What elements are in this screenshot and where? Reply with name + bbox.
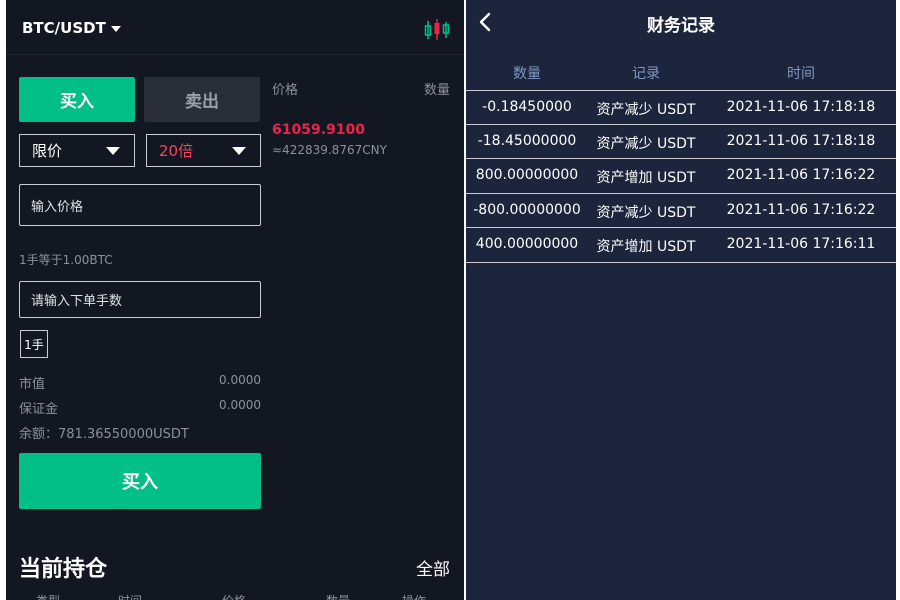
pair-dropdown-icon[interactable] — [111, 26, 121, 32]
finance-records-panel: 财务记录 数量 记录 时间 -0.18450000 资产减少 USDT 2021… — [466, 0, 896, 600]
margin-label: 保证金 — [19, 402, 59, 417]
page-title: 财务记录 — [647, 16, 715, 36]
row-record: 资产增加 USDT — [596, 170, 696, 186]
order-type-dropdown-icon — [106, 147, 120, 155]
table-row: -18.45000000 资产减少 USDT 2021-11-06 17:18:… — [466, 124, 896, 159]
sell-tab[interactable]: 卖出 — [144, 77, 260, 122]
one-lot-button[interactable]: 1手 — [20, 330, 48, 358]
lots-input[interactable]: 请输入下单手数 — [19, 281, 261, 318]
table-row: -800.00000000 资产减少 USDT 2021-11-06 17:16… — [466, 193, 896, 228]
orderbook-price-header: 价格 — [272, 83, 299, 98]
leverage-dropdown-icon — [232, 147, 246, 155]
positions-col-time: 时间 — [118, 592, 142, 600]
row-amount: -800.00000000 — [473, 202, 581, 218]
price-input[interactable]: 输入价格 — [19, 184, 261, 226]
row-amount: -0.18450000 — [482, 99, 572, 115]
table-row: 400.00000000 资产增加 USDT 2021-11-06 17:16:… — [466, 227, 896, 262]
leverage-select[interactable]: 20倍 — [146, 134, 261, 167]
positions-col-qty: 数量 — [326, 592, 350, 600]
row-amount: 800.00000000 — [475, 167, 579, 183]
candlestick-chart-icon[interactable] — [424, 18, 450, 42]
market-value: 0.0000 — [219, 373, 261, 387]
row-record: 资产减少 USDT — [596, 136, 696, 152]
row-amount: 400.00000000 — [475, 236, 579, 252]
row-record: 资产增加 USDT — [596, 239, 696, 255]
row-amount: -18.45000000 — [477, 133, 577, 149]
row-time: 2021-11-06 17:16:22 — [726, 167, 876, 183]
leverage-value: 20倍 — [159, 142, 194, 160]
balance-text: 余额：781.36550000USDT — [19, 427, 189, 442]
buy-submit-button[interactable]: 买入 — [19, 453, 261, 509]
market-value-label: 市值 — [19, 377, 46, 392]
table-row: 800.00000000 资产增加 USDT 2021-11-06 17:16:… — [466, 158, 896, 193]
order-type-select[interactable]: 限价 — [19, 134, 135, 167]
row-record: 资产减少 USDT — [596, 102, 696, 118]
row-record: 资产减少 USDT — [596, 205, 696, 221]
last-price-cny: ≈422839.8767CNY — [272, 143, 387, 157]
positions-col-price: 价格 — [222, 592, 246, 600]
positions-col-action: 操作 — [402, 592, 426, 600]
table-bottom-divider — [466, 262, 896, 263]
row-time: 2021-11-06 17:18:18 — [726, 133, 876, 149]
row-time: 2021-11-06 17:16:11 — [726, 236, 876, 252]
positions-col-type: 类型 — [36, 592, 60, 600]
lots-input-placeholder: 请输入下单手数 — [31, 294, 123, 309]
trade-panel: BTC/USDT 买入 卖出 限价 20倍 输入价格 1手等于1.00BTC 请… — [6, 0, 464, 600]
margin-value: 0.0000 — [219, 398, 261, 412]
orderbook-qty-header: 数量 — [424, 83, 451, 98]
pair-selector-label[interactable]: BTC/USDT — [22, 19, 106, 37]
trade-topbar: BTC/USDT — [6, 0, 464, 55]
col-amount-header: 数量 — [513, 66, 541, 82]
buy-tab[interactable]: 买入 — [19, 77, 135, 122]
positions-table-header: 类型 时间 价格 数量 操作 — [6, 592, 464, 600]
col-time-header: 时间 — [787, 66, 815, 82]
positions-title: 当前持仓 — [19, 557, 108, 582]
row-time: 2021-11-06 17:18:18 — [726, 99, 876, 115]
row-time: 2021-11-06 17:16:22 — [726, 202, 876, 218]
positions-all-link[interactable]: 全部 — [416, 555, 450, 580]
col-record-header: 记录 — [632, 66, 660, 82]
price-input-placeholder: 输入价格 — [31, 199, 84, 215]
last-price: 61059.9100 — [272, 122, 365, 138]
records-table-header: 数量 记录 时间 — [466, 63, 896, 83]
table-row: -0.18450000 资产减少 USDT 2021-11-06 17:18:1… — [466, 90, 896, 125]
order-type-value: 限价 — [32, 142, 63, 160]
lot-size-note: 1手等于1.00BTC — [19, 253, 113, 267]
